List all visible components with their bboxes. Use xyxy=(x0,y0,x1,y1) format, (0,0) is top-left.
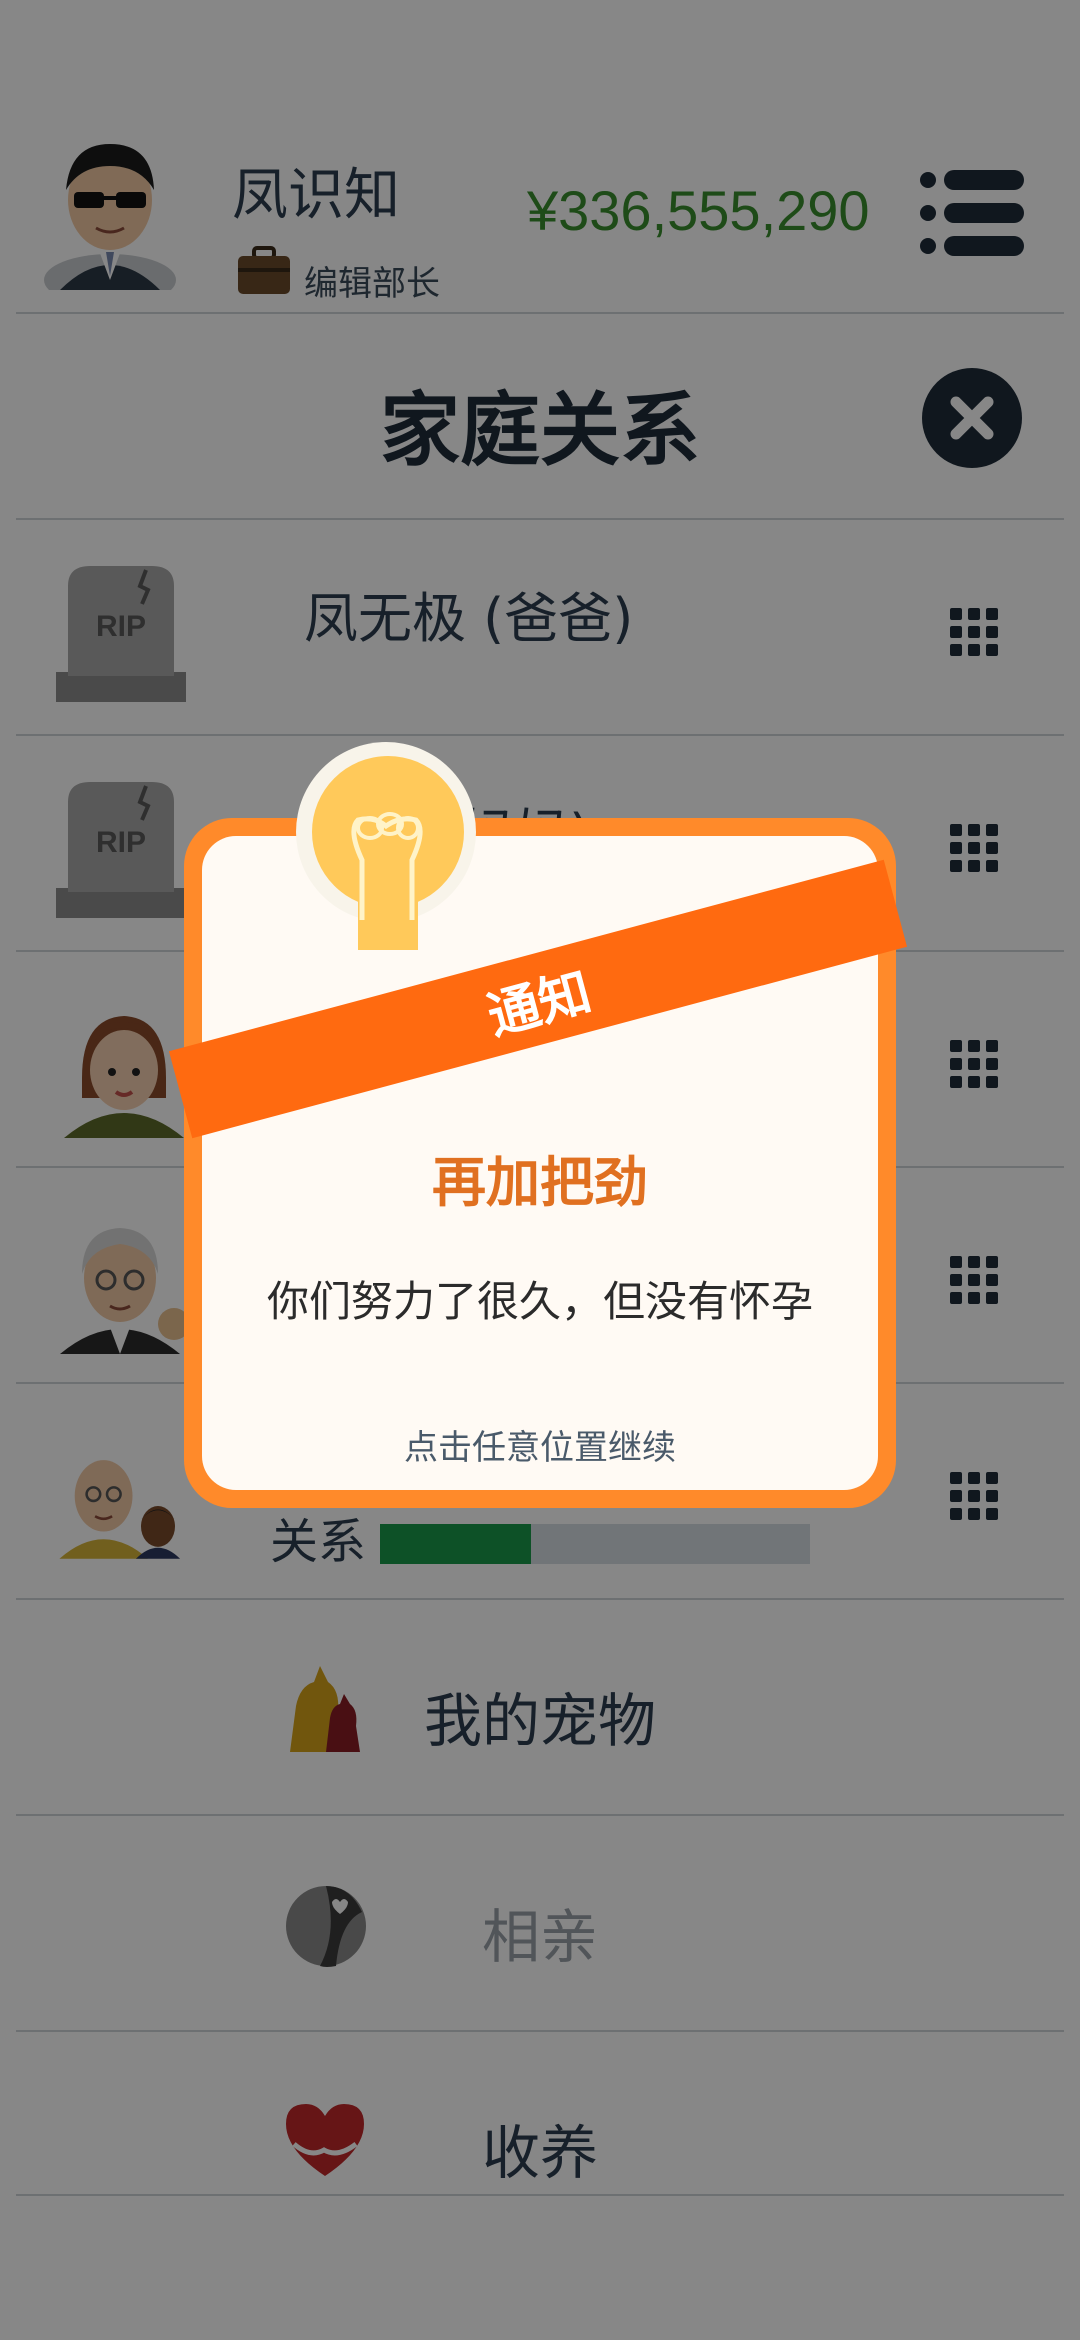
dialog-message: 你们努力了很久，但没有怀孕 xyxy=(266,1277,813,1326)
ribbon-title: 通知 xyxy=(481,961,598,1047)
dialog-heading: 再加把劲 xyxy=(432,1151,648,1214)
family-page: 凤识知 编辑部长 ¥336,555,290 家庭关系 RIP 凤无极 (爸爸) … xyxy=(0,0,1080,2340)
lightbulb-icon xyxy=(296,742,476,950)
dialog-continue-hint[interactable]: 点击任意位置继续 xyxy=(184,1420,896,1469)
